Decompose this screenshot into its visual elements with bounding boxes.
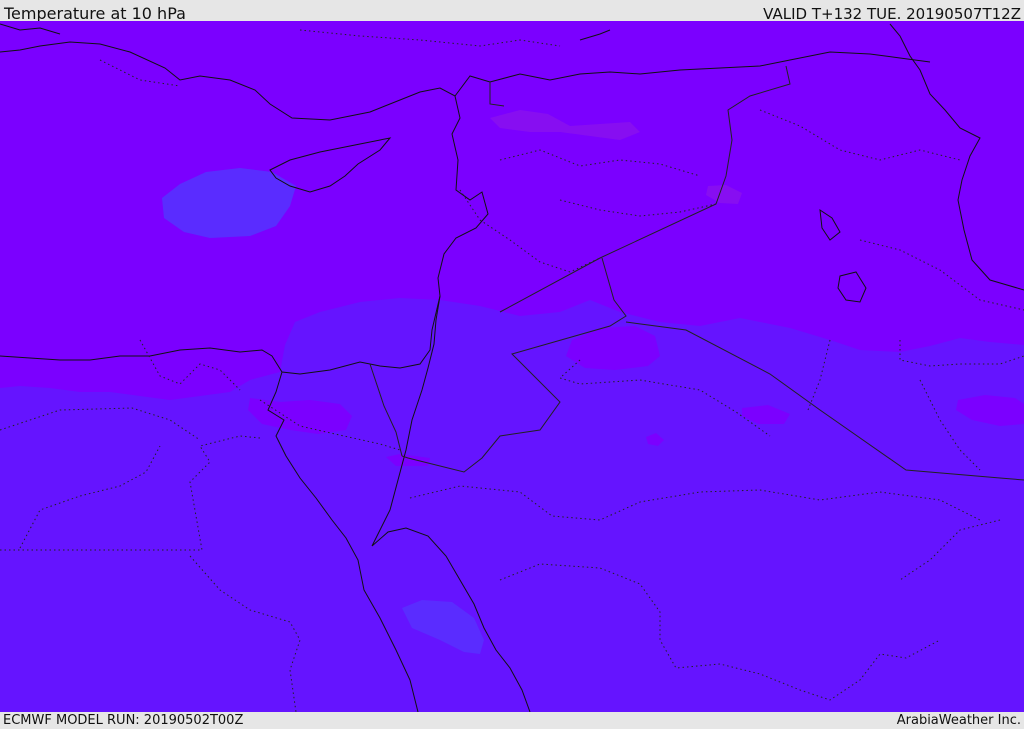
header-bar: Temperature at 10 hPa VALID T+132 TUE. 2… bbox=[0, 0, 1024, 23]
weather-map[interactable] bbox=[0, 21, 1024, 712]
footer-bar: ECMWF MODEL RUN: 20190502T00Z ArabiaWeat… bbox=[0, 712, 1024, 729]
model-run-label: ECMWF MODEL RUN: 20190502T00Z bbox=[3, 713, 244, 728]
credit-label: ArabiaWeather Inc. bbox=[896, 713, 1021, 728]
